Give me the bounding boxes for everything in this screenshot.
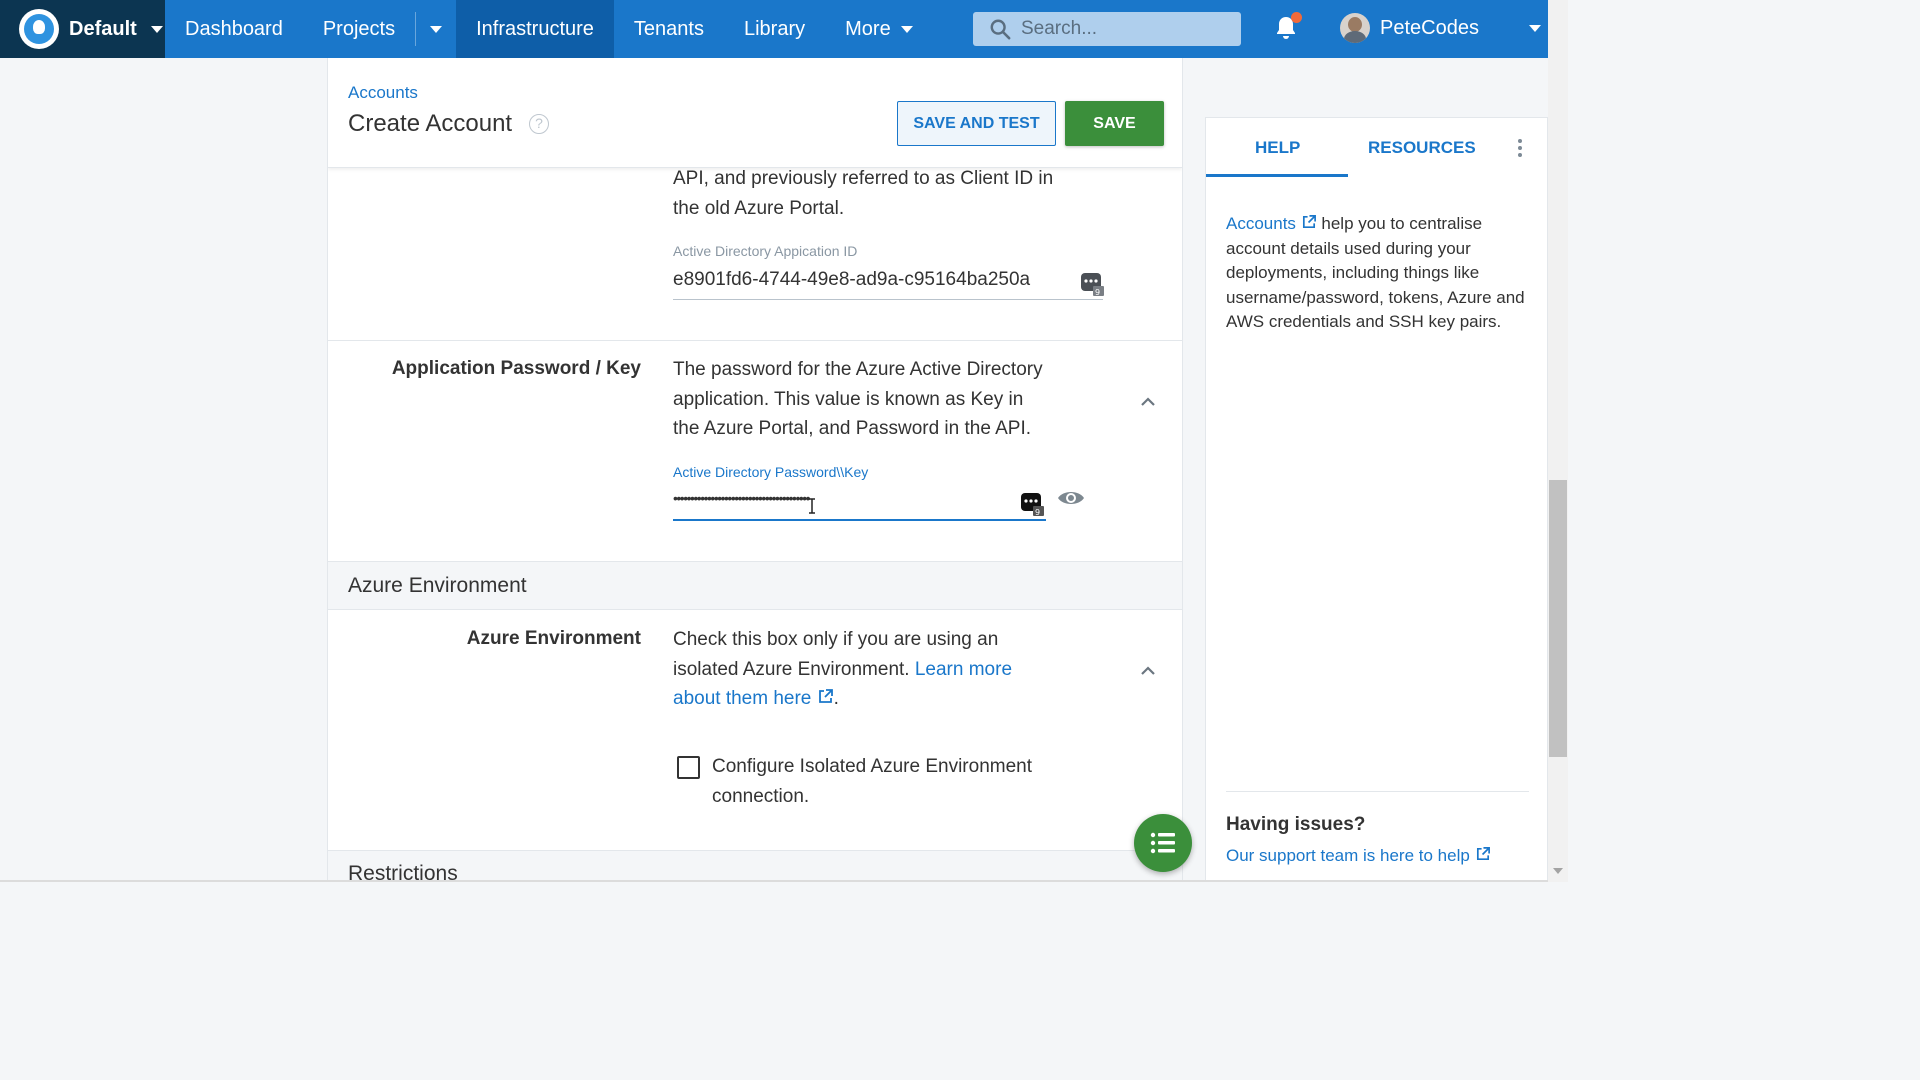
svg-text:9: 9 — [1035, 508, 1040, 517]
nav-more-label: More — [845, 17, 891, 40]
password-row-title: Application Password / Key — [391, 358, 641, 379]
password-field[interactable]: •••••••••••••••••••••••••••••••••••••••• — [673, 490, 811, 506]
user-menu[interactable]: PeteCodes — [1340, 13, 1541, 43]
password-field-underline — [673, 519, 1046, 521]
scrollbar-thumb[interactable] — [1549, 480, 1567, 757]
caret-down-icon — [150, 25, 163, 33]
azure-environment-row-title: Azure Environment — [466, 628, 641, 649]
support-link-label: Our support team is here to help — [1226, 846, 1470, 865]
active-tab-indicator — [1206, 174, 1348, 177]
tab-help[interactable]: HELP — [1255, 138, 1300, 158]
azure-environment-section-header: Azure Environment — [328, 561, 1182, 610]
app-id-field[interactable]: e8901fd6-4744-49e8-ad9a-c95164ba250a — [673, 269, 1030, 291]
search-placeholder: Search... — [1021, 18, 1098, 39]
card-header: Accounts Create Account ? SAVE AND TEST … — [328, 58, 1182, 168]
space-name: Default — [69, 17, 137, 40]
help-text: Accounts help you to centralise account … — [1226, 212, 1526, 335]
external-link-icon — [1476, 847, 1490, 861]
create-account-card: API, and previously referred to as Clien… — [327, 58, 1183, 882]
password-desc-line: application. This value is known as Key … — [673, 388, 1024, 410]
app-id-description: API, and previously referred to as Clien… — [673, 164, 1053, 223]
user-name: PeteCodes — [1380, 16, 1479, 39]
app-id-desc-line: API, and previously referred to as Clien… — [673, 168, 1054, 189]
support-link[interactable]: Our support team is here to help — [1226, 846, 1491, 866]
divider — [1226, 791, 1529, 792]
nav-infrastructure[interactable]: Infrastructure — [456, 0, 614, 58]
scroll-down-arrow-icon[interactable] — [1553, 868, 1563, 874]
restrictions-section-header: Restrictions — [328, 850, 1182, 882]
section-divider — [328, 340, 1182, 341]
table-of-contents-button[interactable] — [1134, 814, 1192, 872]
nav-dashboard[interactable]: Dashboard — [165, 0, 303, 58]
text-cursor-icon — [809, 498, 815, 514]
caret-down-icon — [430, 25, 443, 33]
app-id-desc-line: the old Azure Portal. — [673, 197, 845, 219]
isolated-azure-checkbox[interactable] — [677, 756, 700, 779]
having-issues-heading: Having issues? — [1226, 814, 1366, 835]
azure-env-desc-line: Check this box only if you are using an — [673, 629, 999, 650]
save-button[interactable]: SAVE — [1065, 101, 1164, 146]
azure-env-desc-line: isolated Azure Environment. Learn more — [673, 655, 1012, 685]
search-input[interactable]: Search... — [973, 12, 1241, 46]
azure-env-desc-line: about them here . — [673, 684, 1012, 714]
password-desc-line: The password for the Azure Active Direct… — [673, 359, 1043, 380]
section-header-title: Azure Environment — [348, 574, 527, 597]
search-icon — [990, 19, 1011, 40]
accounts-help-link[interactable]: Accounts — [1226, 214, 1296, 233]
space-switcher[interactable]: Default — [0, 0, 165, 58]
checkbox-label-line: connection. — [712, 785, 810, 807]
nav-tenants[interactable]: Tenants — [614, 0, 724, 58]
caret-down-icon — [900, 25, 913, 33]
azure-environment-description: Check this box only if you are using an … — [673, 625, 1012, 714]
svg-text:9: 9 — [1095, 288, 1100, 297]
page-title: Create Account — [348, 110, 513, 137]
azure-env-desc-suffix: . — [833, 688, 839, 709]
external-link-icon — [1302, 215, 1316, 229]
caret-down-icon — [1528, 24, 1541, 32]
eye-icon[interactable] — [1057, 488, 1085, 508]
projects-dropdown-button[interactable] — [416, 0, 456, 58]
external-link-icon — [818, 689, 833, 703]
avatar — [1340, 13, 1370, 43]
nav-projects[interactable]: Projects — [303, 0, 415, 58]
notifications-button[interactable] — [1274, 12, 1302, 43]
help-side-panel: HELP RESOURCES Accounts help you to cent… — [1205, 117, 1548, 882]
list-icon — [1150, 832, 1175, 854]
password-desc-line: the Azure Portal, and Password in the AP… — [673, 418, 1032, 439]
breadcrumb[interactable]: Accounts — [348, 83, 418, 103]
password-manager-icon[interactable]: 9 — [1019, 491, 1045, 517]
chevron-up-icon[interactable] — [1140, 395, 1156, 407]
learn-more-link[interactable]: Learn more — [915, 659, 1012, 680]
app-id-field-label: Active Directory Appication ID — [673, 243, 858, 259]
app-id-field-underline — [673, 299, 1103, 300]
checkbox-label-line: Configure Isolated Azure Environment — [712, 756, 1033, 777]
window-bottom-edge — [0, 880, 1548, 882]
top-navigation: Default Dashboard Projects Infrastructur… — [0, 0, 1548, 58]
isolated-azure-checkbox-label[interactable]: Configure Isolated Azure Environment con… — [712, 752, 1032, 811]
notification-dot — [1291, 12, 1302, 23]
azure-env-desc-text: isolated Azure Environment. — [673, 658, 915, 680]
password-field-label: Active Directory Password\\Key — [673, 464, 869, 480]
password-manager-icon[interactable]: 9 — [1079, 271, 1105, 297]
nav-library[interactable]: Library — [724, 0, 825, 58]
nav-more[interactable]: More — [825, 0, 933, 58]
password-description: The password for the Azure Active Direct… — [673, 355, 1043, 444]
tab-resources[interactable]: RESOURCES — [1368, 138, 1476, 158]
section-header-title: Restrictions — [348, 862, 458, 882]
help-circle-icon[interactable]: ? — [529, 114, 549, 134]
kebab-menu-icon[interactable] — [1515, 139, 1525, 161]
chevron-up-icon[interactable] — [1140, 664, 1156, 676]
octopus-logo-icon — [19, 9, 59, 49]
learn-more-link[interactable]: about them here — [673, 688, 811, 709]
save-and-test-button[interactable]: SAVE AND TEST — [897, 101, 1056, 146]
